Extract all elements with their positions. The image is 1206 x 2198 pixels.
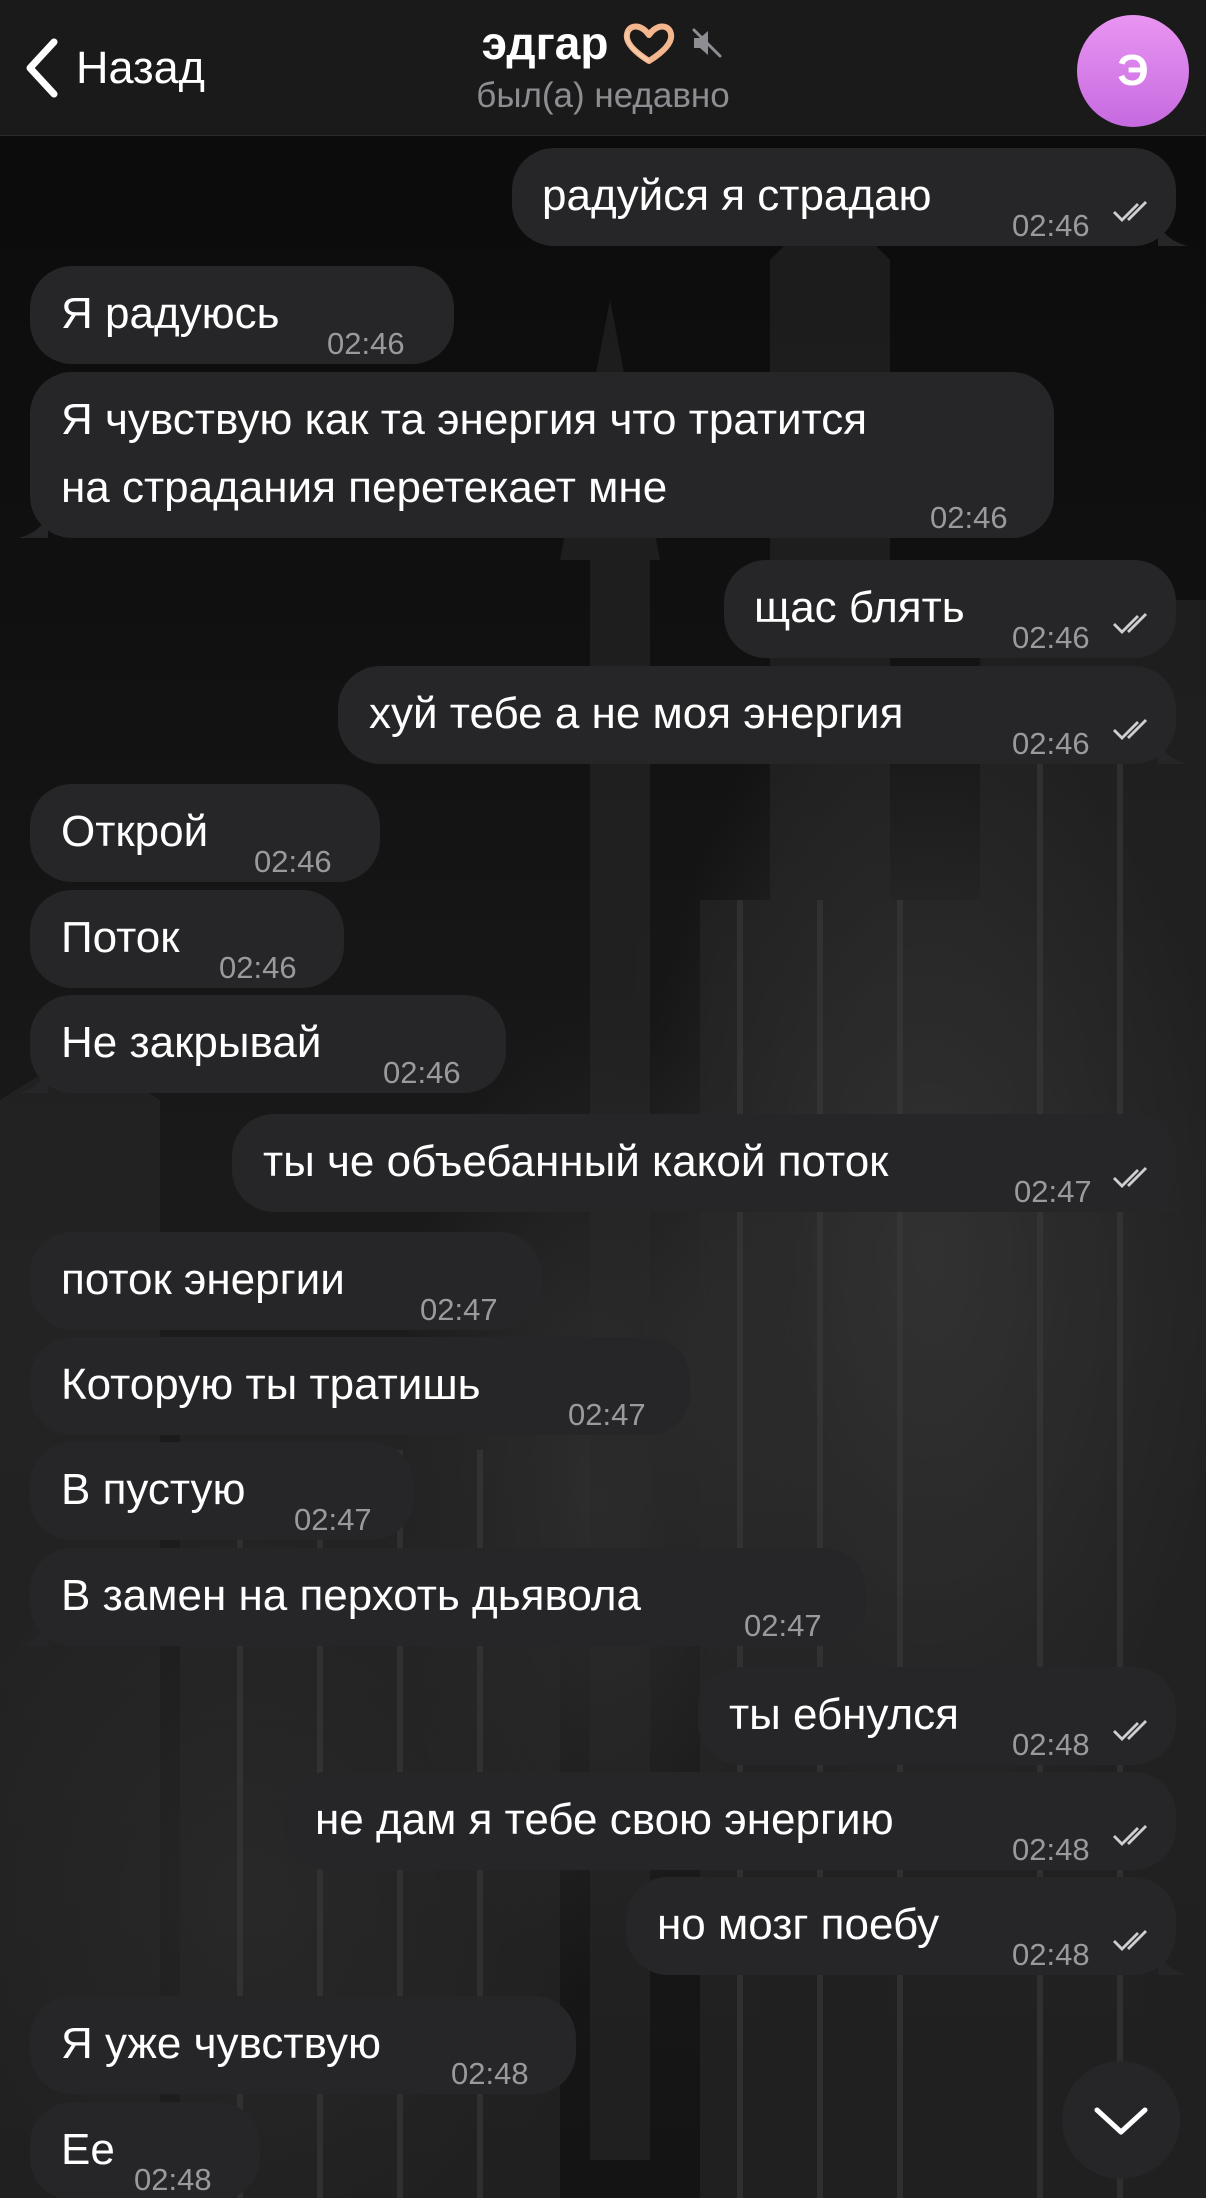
- contact-status: был(а) недавно: [476, 76, 730, 115]
- incoming-message[interactable]: Я радуюсь 02:46: [30, 266, 454, 364]
- message-text: поток энергии: [61, 1255, 345, 1304]
- message-text: ты че объебанный какой поток: [263, 1137, 889, 1186]
- message-time: 02:46: [219, 950, 297, 985]
- double-check-icon: [1113, 613, 1147, 634]
- incoming-message[interactable]: Которую ты тратишь 02:47: [30, 1337, 690, 1435]
- message-text: но мозг поебу: [657, 1900, 940, 1949]
- message-time: 02:46: [327, 326, 405, 361]
- outgoing-message[interactable]: ты че объебанный какой поток 02:47: [232, 1114, 1188, 1212]
- chat-header: Назад эдгар был(а) недавно Э: [0, 0, 1206, 136]
- message-time: 02:46: [1012, 208, 1090, 243]
- avatar[interactable]: Э: [1077, 15, 1189, 127]
- message-text: Поток: [61, 913, 180, 962]
- chat-title-area[interactable]: эдгар был(а) недавно: [0, 16, 1206, 116]
- message-time: 02:47: [568, 1397, 646, 1432]
- double-check-icon: [1113, 201, 1147, 222]
- incoming-message[interactable]: Я уже чувствую 02:48: [30, 1996, 576, 2094]
- double-check-icon: [1113, 1930, 1147, 1951]
- contact-name: эдгар: [481, 17, 609, 69]
- bubble-tail: [1158, 220, 1188, 246]
- message-time: 02:46: [1012, 726, 1090, 761]
- double-check-icon: [1113, 1167, 1147, 1188]
- message-time: 02:48: [134, 2162, 212, 2197]
- bubble-tail: [1158, 738, 1188, 764]
- incoming-message[interactable]: Я чувствую как та энергия что тратится н…: [18, 372, 1054, 538]
- message-time: 02:47: [420, 1292, 498, 1327]
- message-text: В пустую: [61, 1465, 246, 1514]
- double-check-icon: [1113, 719, 1147, 740]
- double-check-icon: [1113, 1720, 1147, 1741]
- chevron-down-icon: [1094, 2107, 1148, 2135]
- scroll-to-bottom-button[interactable]: [1062, 2061, 1180, 2179]
- heart-hands-icon: [624, 23, 675, 64]
- bubble-tail: [1158, 1949, 1188, 1975]
- message-time: 02:48: [451, 2056, 529, 2091]
- message-time: 02:47: [294, 1502, 372, 1537]
- message-text: Ее: [61, 2125, 115, 2174]
- outgoing-message[interactable]: радуйся я страдаю 02:46: [512, 148, 1188, 246]
- outgoing-message[interactable]: щас блять 02:46: [724, 560, 1176, 658]
- incoming-message[interactable]: Поток 02:46: [30, 890, 344, 988]
- message-time: 02:48: [1012, 1937, 1090, 1972]
- incoming-message[interactable]: В замен на перхоть дьявола 02:47: [18, 1548, 866, 1646]
- message-text: Открой: [61, 807, 209, 856]
- incoming-message[interactable]: Ее 02:48: [30, 2102, 260, 2198]
- message-time: 02:46: [1012, 620, 1090, 655]
- bubble-tail: [18, 512, 48, 538]
- message-text: щас блять: [754, 583, 965, 632]
- message-text: Я радуюсь: [61, 289, 280, 338]
- message-time: 02:46: [930, 500, 1008, 535]
- avatar-letter: Э: [1117, 46, 1149, 95]
- message-time: 02:48: [1012, 1832, 1090, 1867]
- message-text: хуй тебе а не моя энергия: [369, 689, 904, 738]
- message-text: радуйся я страдаю: [542, 171, 932, 220]
- outgoing-message[interactable]: ты ебнулся 02:48: [698, 1667, 1176, 1765]
- bubble-tail: [1158, 1186, 1188, 1212]
- chat-screen: Назад эдгар был(а) недавно Э радуйся я с…: [0, 0, 1206, 2198]
- message-time: 02:46: [383, 1055, 461, 1090]
- message-time: 02:46: [254, 844, 332, 879]
- message-text: не дам я тебе свою энергию: [315, 1795, 894, 1844]
- outgoing-message[interactable]: хуй тебе а не моя энергия 02:46: [338, 666, 1188, 764]
- outgoing-message[interactable]: но мозг поебу 02:48: [626, 1877, 1188, 1975]
- incoming-message[interactable]: Не закрывай 02:46: [18, 995, 506, 1093]
- message-time: 02:47: [1014, 1174, 1092, 1209]
- message-text-line-1: Я чувствую как та энергия что тратится: [61, 395, 868, 444]
- message-time: 02:48: [1012, 1727, 1090, 1762]
- outgoing-message[interactable]: не дам я тебе свою энергию 02:48: [284, 1772, 1176, 1870]
- message-text-line-2: на страдания перетекает мне: [61, 463, 668, 512]
- muted-speaker-icon: [692, 28, 722, 58]
- message-text: ты ебнулся: [729, 1690, 960, 1739]
- bubble-tail: [18, 1620, 48, 1646]
- incoming-message[interactable]: Открой 02:46: [30, 784, 380, 882]
- bubble-tail: [18, 1067, 48, 1093]
- message-time: 02:47: [744, 1608, 822, 1643]
- double-check-icon: [1113, 1825, 1147, 1846]
- incoming-message[interactable]: поток энергии 02:47: [30, 1232, 542, 1330]
- message-text: Я уже чувствую: [61, 2019, 381, 2068]
- message-text: В замен на перхоть дьявола: [61, 1571, 641, 1620]
- message-text: Не закрывай: [61, 1018, 322, 1067]
- message-text: Которую ты тратишь: [61, 1360, 481, 1409]
- incoming-message[interactable]: В пустую 02:47: [30, 1442, 414, 1540]
